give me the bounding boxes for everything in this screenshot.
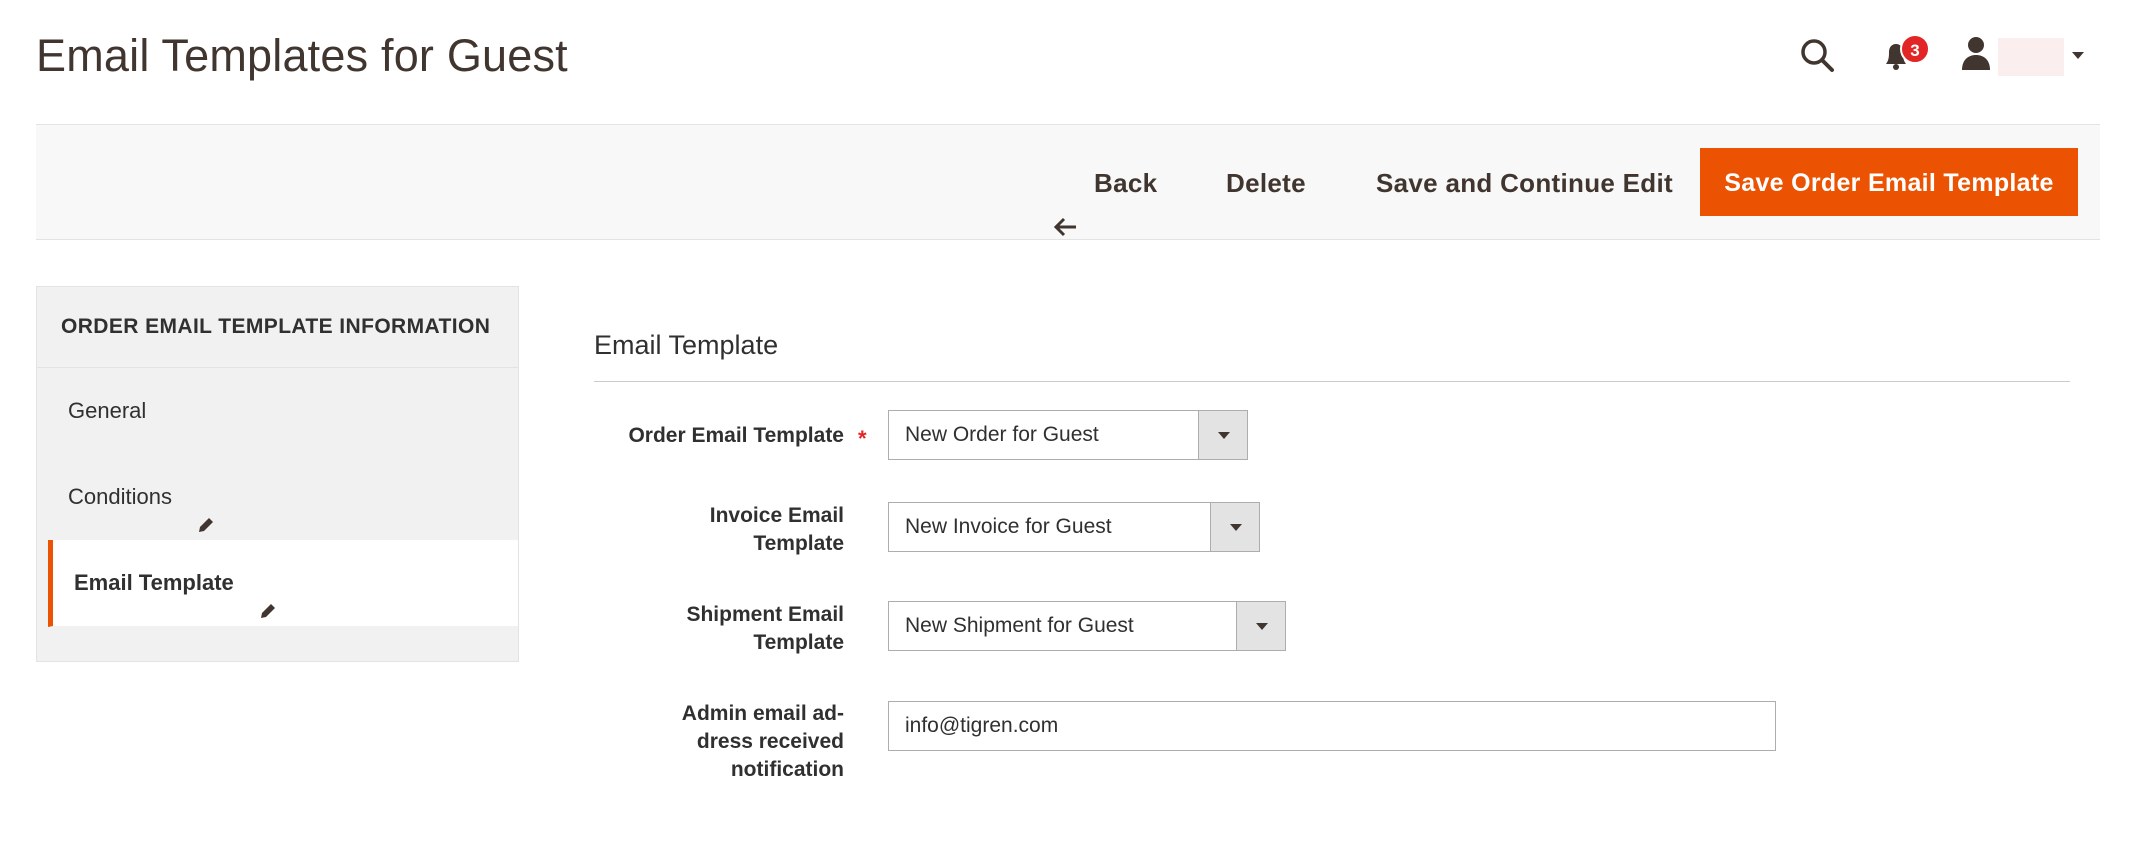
invoice-email-template-select[interactable]: New Invoice for Guest bbox=[888, 502, 1260, 552]
header-actions: 3 bbox=[1790, 30, 2090, 80]
arrow-left-icon bbox=[1052, 171, 1078, 237]
invoice-label-line1: Invoice Email bbox=[709, 504, 844, 527]
sidebar-item-general[interactable]: General bbox=[37, 368, 518, 454]
delete-button[interactable]: Delete bbox=[1226, 125, 1306, 241]
sidebar-item-label: Email Template bbox=[74, 570, 234, 595]
order-email-template-select[interactable]: New Order for Guest bbox=[888, 410, 1248, 460]
notification-count-badge[interactable]: 3 bbox=[1900, 34, 1930, 64]
required-indicator: * bbox=[858, 426, 867, 451]
shipment-label-line1: Shipment Email bbox=[686, 603, 844, 626]
save-and-continue-button[interactable]: Save and Continue Edit bbox=[1376, 125, 1673, 241]
admin-email-label-line3: notification bbox=[730, 758, 844, 781]
username-redacted bbox=[1998, 38, 2064, 76]
section-title: Email Template bbox=[594, 330, 779, 360]
shipment-email-template-select[interactable]: New Shipment for Guest bbox=[888, 601, 1286, 651]
page-title: Email Templates for Guest bbox=[36, 30, 568, 81]
invoice-email-template-value: New Invoice for Guest bbox=[905, 515, 1112, 538]
chevron-down-icon[interactable] bbox=[1198, 411, 1247, 459]
chevron-down-icon[interactable] bbox=[1236, 602, 1285, 650]
sidebar-tabs: ORDER EMAIL TEMPLATE INFORMATION General… bbox=[36, 286, 519, 662]
order-email-template-label-text: Order Email Template bbox=[628, 424, 844, 447]
shipment-email-template-label: Shipment Email Template bbox=[594, 601, 844, 657]
pencil-icon bbox=[258, 571, 278, 619]
pencil-icon bbox=[196, 485, 216, 533]
chevron-down-icon bbox=[2072, 52, 2084, 59]
sidebar-item-label: General bbox=[68, 398, 147, 423]
sidebar-item-label: Conditions bbox=[68, 484, 172, 509]
page-actions-toolbar: Back Delete Save and Continue Edit Save … bbox=[36, 124, 2100, 240]
admin-email-label: Admin email ad- dress received notificat… bbox=[594, 700, 844, 784]
save-order-email-template-button[interactable]: Save Order Email Template bbox=[1700, 148, 2078, 216]
section-divider bbox=[594, 381, 2070, 382]
search-icon[interactable] bbox=[1798, 36, 1838, 76]
back-button[interactable]: Back bbox=[1052, 125, 1157, 241]
invoice-email-template-label: Invoice Email Template bbox=[594, 502, 844, 558]
sidebar-item-conditions[interactable]: Conditions bbox=[37, 454, 518, 540]
sidebar-heading: ORDER EMAIL TEMPLATE INFORMATION bbox=[37, 287, 518, 368]
order-email-template-value: New Order for Guest bbox=[905, 423, 1099, 446]
back-button-label: Back bbox=[1094, 168, 1158, 198]
user-icon bbox=[1960, 36, 1992, 72]
admin-email-input[interactable] bbox=[888, 701, 1776, 751]
shipment-email-template-value: New Shipment for Guest bbox=[905, 614, 1134, 637]
chevron-down-icon[interactable] bbox=[1210, 503, 1259, 551]
admin-email-label-line2: dress received bbox=[696, 730, 844, 753]
admin-email-label-line1: Admin email ad- bbox=[681, 702, 844, 725]
shipment-label-line2: Template bbox=[753, 631, 844, 654]
sidebar-item-email-template[interactable]: Email Template bbox=[48, 540, 518, 627]
order-email-template-label: Order Email Template bbox=[594, 422, 844, 450]
user-menu[interactable] bbox=[1960, 36, 2090, 80]
invoice-label-line2: Template bbox=[753, 532, 844, 555]
